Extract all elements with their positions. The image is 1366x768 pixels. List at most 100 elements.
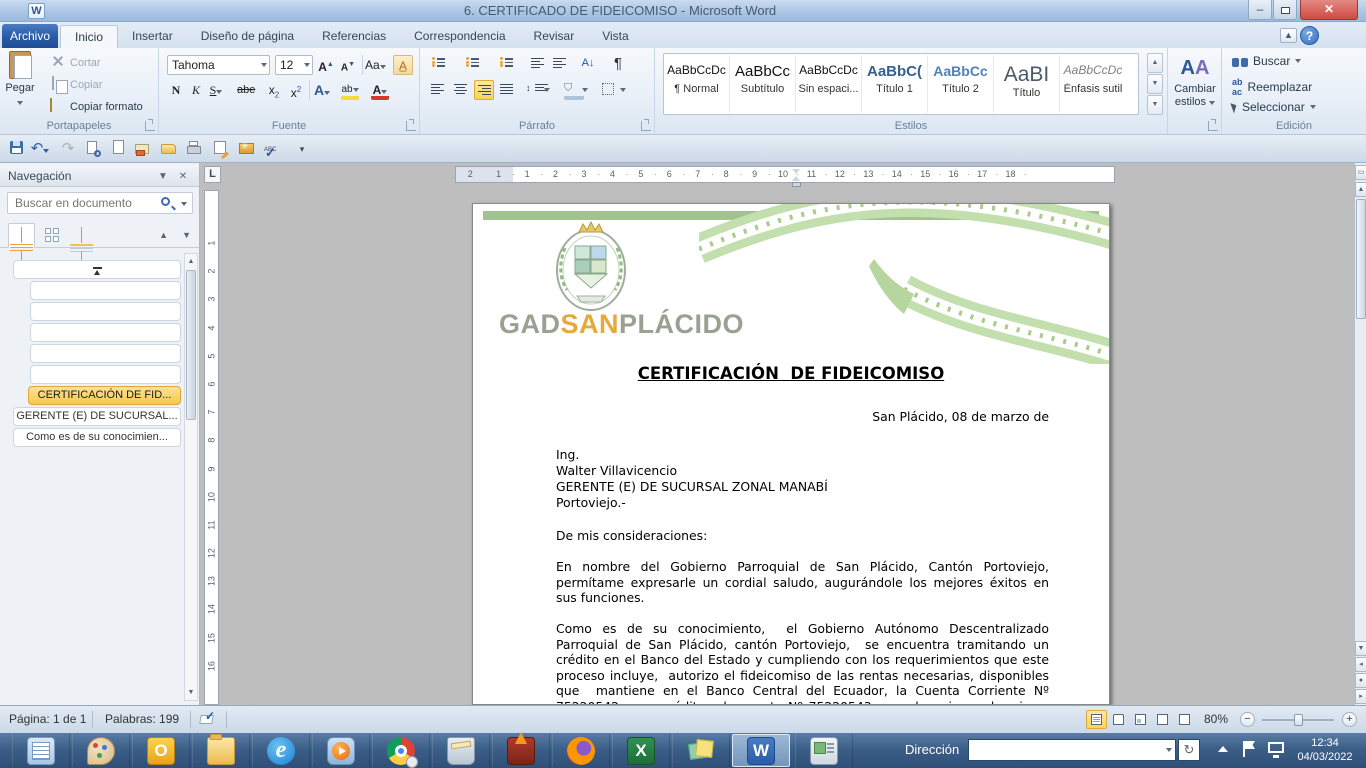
scroll-thumb[interactable]: [1356, 199, 1366, 319]
numbering-icon[interactable]: [462, 54, 482, 74]
align-right-icon[interactable]: [474, 80, 494, 100]
nav-item-gerente[interactable]: GERENTE (E) DE SUCURSAL...: [13, 407, 181, 426]
redo-icon[interactable]: ↷: [58, 139, 78, 159]
save-icon[interactable]: [6, 139, 26, 159]
tab-archivo[interactable]: Archivo: [2, 24, 58, 48]
address-refresh-icon[interactable]: ↻: [1178, 739, 1200, 761]
nav-item-collapse[interactable]: [13, 260, 181, 279]
taskbar-word-icon[interactable]: W: [732, 734, 790, 767]
styles-dialog-launcher-icon[interactable]: [1208, 121, 1218, 131]
font-dialog-launcher-icon[interactable]: [406, 121, 416, 131]
zoom-in-icon[interactable]: +: [1342, 712, 1357, 727]
replace-button[interactable]: abac Reemplazar: [1232, 77, 1312, 97]
text-effects-icon[interactable]: A: [313, 80, 331, 100]
zoom-out-icon[interactable]: −: [1240, 712, 1255, 727]
taskbar-image-viewer-icon[interactable]: [795, 734, 853, 767]
indent-markers[interactable]: [792, 169, 801, 188]
taskbar-media-player-icon[interactable]: [312, 734, 370, 767]
minimize-button[interactable]: –: [1248, 0, 1272, 20]
zoom-level[interactable]: 80%: [1204, 706, 1228, 733]
taskbar-outlook-icon[interactable]: O: [132, 734, 190, 767]
line-spacing-icon[interactable]: ↕: [526, 80, 546, 100]
nav-scrollbar[interactable]: ▲ ▼: [184, 253, 198, 701]
strikethrough-button[interactable]: abe: [237, 80, 255, 100]
spelling-icon[interactable]: ABC✓: [262, 139, 282, 159]
font-size-combo[interactable]: 12: [275, 55, 313, 75]
nav-scroll-down-icon[interactable]: ▼: [186, 686, 196, 699]
find-button[interactable]: Buscar: [1232, 54, 1301, 68]
style-titulo[interactable]: AaBI Título: [994, 55, 1060, 113]
help-icon[interactable]: ?: [1300, 26, 1319, 45]
taskbar-clock[interactable]: 12:34 04/03/2022: [1292, 736, 1358, 764]
mail-attach-icon[interactable]: [132, 139, 152, 159]
taskbar-firefox-icon[interactable]: [552, 734, 610, 767]
nav-item-3[interactable]: [30, 323, 181, 342]
shrink-font-button[interactable]: A▼: [339, 55, 357, 75]
style-titulo-2[interactable]: AaBbCc Título 2: [928, 55, 994, 113]
taskbar-paint-icon[interactable]: [72, 734, 130, 767]
nav-item-5[interactable]: [30, 365, 181, 384]
restore-button[interactable]: [1273, 0, 1297, 20]
vertical-ruler[interactable]: 12345678910111213141516: [204, 190, 219, 705]
show-marks-icon[interactable]: ¶: [608, 54, 628, 74]
style-normal[interactable]: AaBbCcDc ¶ Normal: [664, 55, 730, 113]
taskbar-calculator-icon[interactable]: [12, 734, 70, 767]
style-sin-espaciado[interactable]: AaBbCcDc Sin espaci...: [796, 55, 862, 113]
nav-tab-headings[interactable]: [8, 223, 35, 248]
bullets-icon[interactable]: [428, 54, 448, 74]
nav-options-icon[interactable]: ▼: [155, 170, 171, 184]
nav-close-icon[interactable]: ✕: [175, 170, 191, 184]
tab-inicio[interactable]: Inicio: [60, 25, 118, 48]
search-icon[interactable]: [161, 197, 170, 206]
draft-view-icon[interactable]: [1174, 710, 1195, 729]
quick-edit-icon[interactable]: [210, 139, 230, 159]
nav-item-certificacion[interactable]: CERTIFICACIÓN DE FID...: [28, 386, 181, 405]
tab-insertar[interactable]: Insertar: [118, 25, 187, 48]
cut-button[interactable]: Cortar: [50, 54, 101, 72]
clipboard-dialog-launcher-icon[interactable]: [145, 121, 155, 131]
address-dropdown-icon[interactable]: [1166, 748, 1172, 752]
styles-scroll-down-icon[interactable]: ▼: [1147, 74, 1163, 94]
open-icon[interactable]: [158, 139, 178, 159]
tab-diseno-de-pagina[interactable]: Diseño de página: [187, 25, 308, 48]
nav-scroll-up-icon[interactable]: ▲: [186, 255, 196, 268]
fullscreen-reading-view-icon[interactable]: [1108, 710, 1129, 729]
nav-item-2[interactable]: [30, 302, 181, 321]
decrease-indent-icon[interactable]: [528, 54, 548, 74]
prev-page-icon[interactable]: ◂: [1355, 657, 1366, 672]
bold-button[interactable]: N: [167, 80, 185, 100]
zoom-slider[interactable]: [1262, 719, 1334, 721]
style-titulo-1[interactable]: AaBbC( Título 1: [862, 55, 928, 113]
format-painter-button[interactable]: Copiar formato: [50, 98, 143, 116]
scroll-down-icon[interactable]: ▼: [1355, 641, 1366, 656]
scroll-up-icon[interactable]: ▲: [1355, 182, 1366, 197]
taskbar-scanner-icon[interactable]: [432, 734, 490, 767]
action-center-flag-icon[interactable]: [1243, 741, 1245, 757]
nav-prev-icon[interactable]: ▲: [159, 230, 168, 240]
nav-item-1[interactable]: [30, 281, 181, 300]
toolbar-options-icon[interactable]: ▾: [292, 139, 312, 159]
tab-revisar[interactable]: Revisar: [520, 25, 589, 48]
document-body[interactable]: San Plácido, 08 de marzo de Ing. Walter …: [556, 409, 1049, 705]
undo-icon[interactable]: ↶: [30, 139, 50, 159]
style-subtitulo[interactable]: AaBbCc Subtítulo: [730, 55, 796, 113]
select-button[interactable]: Seleccionar: [1232, 100, 1316, 114]
spellcheck-status-icon[interactable]: ✓: [200, 712, 217, 726]
address-input[interactable]: [973, 741, 1153, 759]
styles-more-icon[interactable]: ▼: [1147, 95, 1163, 115]
shading-icon[interactable]: ⛉: [564, 80, 584, 100]
nav-item-4[interactable]: [30, 344, 181, 363]
justify-icon[interactable]: [497, 80, 517, 100]
tab-stop-selector[interactable]: L: [204, 166, 221, 183]
taskbar-internet-explorer-icon[interactable]: e: [252, 734, 310, 767]
increase-indent-icon[interactable]: [550, 54, 570, 74]
print-layout-view-icon[interactable]: [1086, 710, 1107, 729]
nav-tab-pages[interactable]: [38, 223, 65, 248]
nav-tab-results[interactable]: [68, 223, 95, 248]
paste-dropdown-icon[interactable]: [17, 101, 23, 105]
italic-button[interactable]: K: [187, 80, 205, 100]
zoom-slider-thumb[interactable]: [1294, 714, 1303, 726]
nav-search-input[interactable]: [13, 194, 153, 212]
nav-item-como-es[interactable]: Como es de su conocimien...: [13, 428, 181, 447]
nav-next-icon[interactable]: ▼: [182, 230, 191, 240]
